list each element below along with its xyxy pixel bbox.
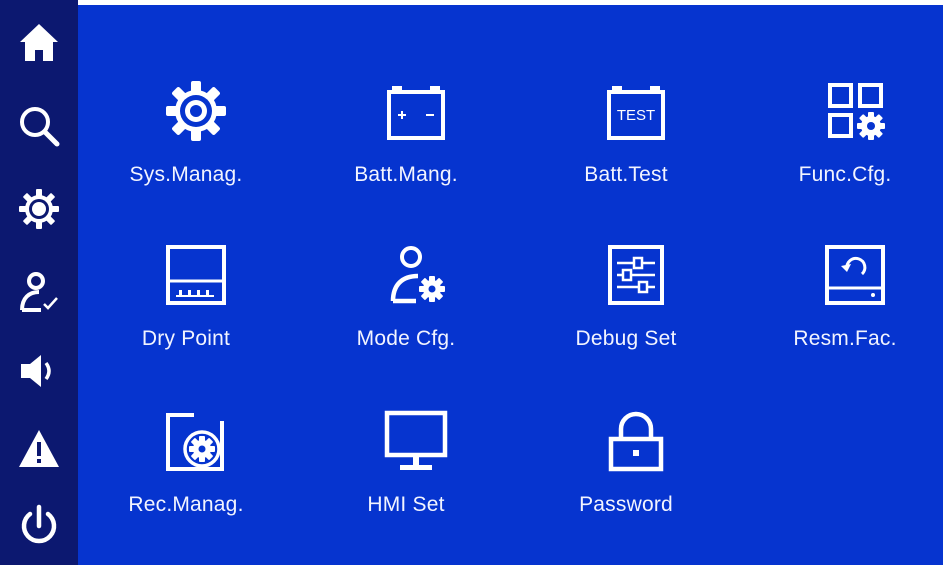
sidebar-item-sound[interactable]	[14, 346, 64, 396]
menu-item-password[interactable]: Password	[526, 403, 726, 553]
screen: Sys.Manag. Batt.Mang. TEST Batt.Test Fun…	[0, 0, 948, 565]
monitor-icon	[384, 410, 448, 470]
menu-item-label: Resm.Fac.	[793, 327, 897, 350]
lock-icon	[608, 411, 664, 472]
menu-item-resm-fac[interactable]: Resm.Fac.	[745, 237, 945, 387]
grid-gear-icon	[828, 83, 885, 140]
sidebar-item-home[interactable]	[14, 18, 64, 68]
search-icon	[20, 107, 60, 147]
sidebar	[0, 0, 78, 565]
menu-item-label: Password	[579, 493, 673, 516]
gear-icon	[19, 189, 59, 229]
battery-test-text: TEST	[617, 107, 655, 124]
menu-item-batt-test[interactable]: TEST Batt.Test	[526, 73, 726, 223]
sliders-icon	[608, 245, 664, 305]
sidebar-item-search[interactable]	[14, 101, 64, 151]
dry-contact-icon	[166, 245, 226, 305]
battery-test-icon: TEST	[607, 86, 665, 140]
warning-icon	[19, 430, 59, 467]
menu-item-label: Debug Set	[575, 327, 677, 350]
sidebar-item-settings[interactable]	[14, 184, 64, 234]
sidebar-item-user[interactable]	[14, 267, 64, 317]
home-icon	[20, 24, 58, 61]
menu-item-label: Batt.Mang.	[354, 163, 458, 186]
factory-reset-icon	[825, 245, 885, 305]
power-icon	[21, 504, 57, 544]
battery-icon	[387, 86, 445, 140]
menu-item-debug-set[interactable]: Debug Set	[526, 237, 726, 387]
speaker-icon	[21, 355, 51, 387]
menu-item-func-cfg[interactable]: Func.Cfg.	[745, 73, 945, 223]
menu-item-label: Sys.Manag.	[129, 163, 243, 186]
menu-item-label: HMI Set	[367, 493, 445, 516]
record-gear-icon	[166, 411, 226, 471]
menu-item-sys-manag[interactable]: Sys.Manag.	[86, 73, 286, 223]
user-gear-icon	[390, 246, 445, 304]
menu-item-mode-cfg[interactable]: Mode Cfg.	[306, 237, 506, 387]
menu-item-label: Func.Cfg.	[798, 163, 892, 186]
gear-icon	[166, 81, 226, 141]
menu-item-label: Mode Cfg.	[356, 327, 456, 350]
menu-item-batt-mang[interactable]: Batt.Mang.	[306, 73, 506, 223]
main-menu: Sys.Manag. Batt.Mang. TEST Batt.Test Fun…	[78, 5, 943, 565]
sidebar-item-power[interactable]	[14, 501, 64, 551]
menu-item-rec-manag[interactable]: Rec.Manag.	[86, 403, 286, 553]
menu-item-dry-point[interactable]: Dry Point	[86, 237, 286, 387]
menu-item-label: Batt.Test	[584, 163, 668, 186]
menu-item-hmi-set[interactable]: HMI Set	[306, 403, 506, 553]
sidebar-item-alarm[interactable]	[14, 424, 64, 474]
user-check-icon	[20, 272, 58, 312]
menu-item-label: Dry Point	[141, 327, 231, 350]
menu-item-label: Rec.Manag.	[128, 493, 244, 516]
